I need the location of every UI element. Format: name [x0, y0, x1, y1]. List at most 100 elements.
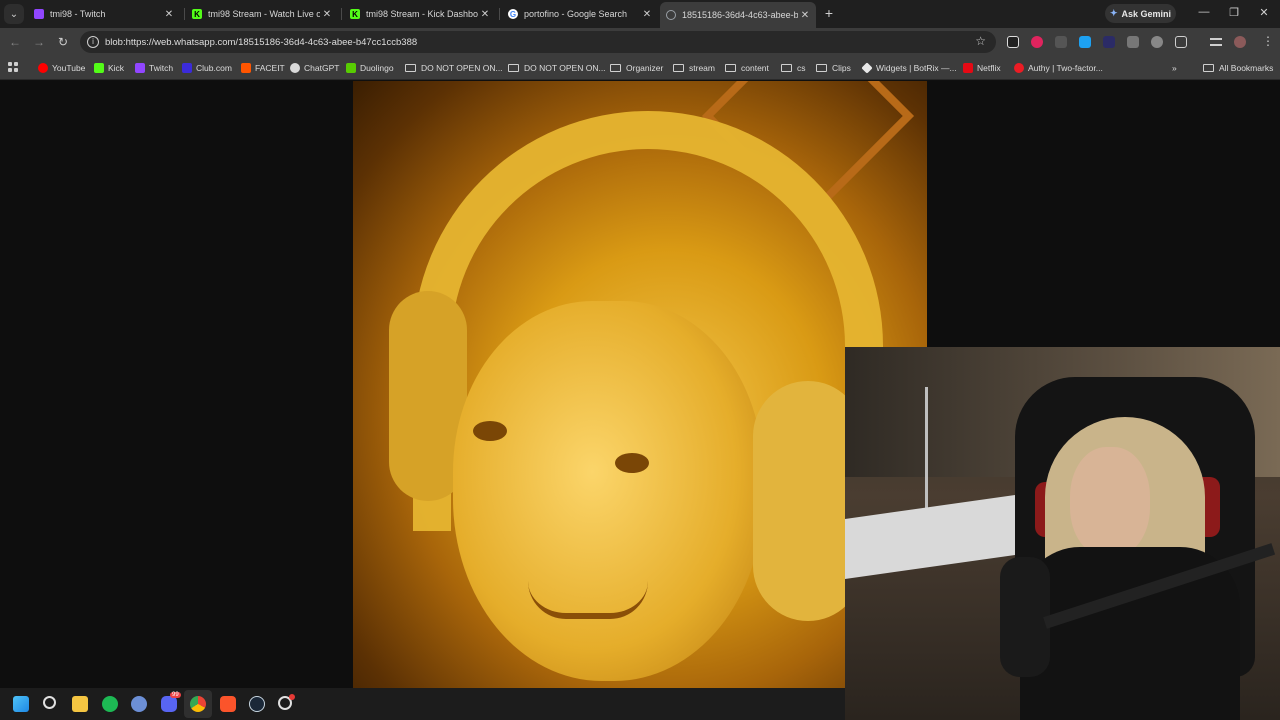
- extension-icon[interactable]: [1007, 36, 1019, 48]
- bookmark-label: Duolingo: [360, 63, 394, 73]
- discord-icon[interactable]: [161, 696, 177, 712]
- folder-icon: [781, 64, 792, 72]
- bookmark-label: Widgets | BotRix —...: [876, 63, 957, 73]
- all-bookmarks-folder[interactable]: All Bookmarks: [1203, 61, 1273, 75]
- tab-kick-dashboard[interactable]: K tmi98 Stream - Kick Dashboard ✕: [344, 2, 496, 26]
- address-bar[interactable]: i blob:https://web.whatsapp.com/18515186…: [80, 31, 996, 53]
- bookmark-label: Twitch: [149, 63, 174, 73]
- duolingo-icon: [346, 63, 356, 73]
- bookmark-folder[interactable]: Organizer: [610, 61, 663, 75]
- tab-title: 18515186-36d4-4c63-abee-b4: [682, 10, 798, 20]
- avatar[interactable]: [1234, 36, 1246, 48]
- bookmark-club[interactable]: Club.com: [182, 61, 232, 75]
- tab-search-button[interactable]: ⌄: [4, 4, 24, 24]
- bookmark-folder[interactable]: DO NOT OPEN ON...: [405, 61, 503, 75]
- extension-icon[interactable]: [1031, 36, 1043, 48]
- tab-title: tmi98 Stream - Kick Dashboard: [366, 9, 478, 19]
- folder-icon: [610, 64, 621, 72]
- bookmark-folder[interactable]: Clips: [816, 61, 851, 75]
- forward-button[interactable]: →: [32, 35, 46, 49]
- search-icon[interactable]: [43, 696, 56, 709]
- tab-kick-live[interactable]: K tmi98 Stream - Watch Live on Ki ✕: [186, 2, 338, 26]
- bookmark-folder[interactable]: cs: [781, 61, 806, 75]
- restore-button[interactable]: ❐: [1227, 6, 1241, 19]
- minimize-icon: —: [1198, 6, 1210, 18]
- back-button[interactable]: ←: [8, 35, 22, 49]
- windows-start-icon[interactable]: [13, 696, 29, 712]
- tab-title: tmi98 - Twitch: [50, 9, 106, 19]
- spotify-icon[interactable]: [102, 696, 118, 712]
- bookmark-star-icon[interactable]: ☆: [975, 34, 986, 48]
- bookmark-folder[interactable]: DO NOT OPEN ON...: [508, 61, 606, 75]
- extension-icon[interactable]: [1127, 36, 1139, 48]
- close-icon[interactable]: ✕: [162, 9, 176, 20]
- file-explorer-icon[interactable]: [72, 696, 88, 712]
- extension-icon[interactable]: [1079, 36, 1091, 48]
- bookmarks-overflow-button[interactable]: »: [1172, 61, 1177, 75]
- brave-icon[interactable]: [220, 696, 236, 712]
- browser-toolbar: ← → ↻ i blob:https://web.whatsapp.com/18…: [0, 28, 1280, 56]
- chatgpt-icon: [290, 63, 300, 73]
- site-info-icon[interactable]: i: [87, 36, 99, 48]
- google-icon: G: [508, 9, 518, 19]
- new-tab-button[interactable]: +: [822, 6, 836, 20]
- desk: [845, 495, 1015, 579]
- plus-icon: +: [824, 5, 834, 21]
- bookmark-duolingo[interactable]: Duolingo: [346, 61, 394, 75]
- close-window-button[interactable]: ✕: [1257, 6, 1271, 19]
- close-icon[interactable]: ✕: [478, 9, 492, 20]
- bookmark-faceit[interactable]: FACEIT: [241, 61, 285, 75]
- tab-google-search[interactable]: G portofino - Google Search ✕: [502, 2, 658, 26]
- folder-icon: [508, 64, 519, 72]
- twitch-icon: [135, 63, 145, 73]
- bookmark-netflix[interactable]: Netflix: [963, 61, 1001, 75]
- menu-kebab-icon[interactable]: ⋮: [1262, 34, 1274, 48]
- recording-dot: [289, 694, 295, 700]
- app-icon[interactable]: [131, 696, 147, 712]
- bookmark-botrix[interactable]: Widgets | BotRix —...: [861, 61, 957, 75]
- extensions-puzzle-icon[interactable]: [1175, 36, 1187, 48]
- ask-gemini-button[interactable]: ✦ Ask Gemini: [1105, 4, 1176, 23]
- minimize-button[interactable]: —: [1197, 6, 1211, 18]
- bookmark-label: Kick: [108, 63, 125, 73]
- tripod: [925, 387, 928, 527]
- close-icon: ✕: [1259, 7, 1269, 19]
- bookmark-youtube[interactable]: YouTube: [38, 61, 85, 75]
- bookmark-label: Clips: [832, 63, 851, 73]
- reading-list-icon[interactable]: [1210, 38, 1222, 46]
- extension-icon[interactable]: [1103, 36, 1115, 48]
- bookmark-twitch[interactable]: Twitch: [135, 61, 173, 75]
- tab-whatsapp-blob[interactable]: 18515186-36d4-4c63-abee-b4 ✕: [660, 2, 816, 28]
- video-frame[interactable]: [353, 81, 927, 688]
- apps-grid-icon[interactable]: [8, 62, 18, 72]
- tab-twitch[interactable]: tmi98 - Twitch ✕: [28, 2, 180, 26]
- bookmark-label: DO NOT OPEN ON...: [421, 63, 503, 73]
- webcam-overlay: [845, 347, 1280, 720]
- twitch-icon: [34, 9, 44, 19]
- steam-icon[interactable]: [249, 696, 265, 712]
- bookmarks-bar: YouTube Kick Twitch Club.com FACEIT Chat…: [0, 56, 1280, 80]
- bookmark-folder[interactable]: content: [725, 61, 769, 75]
- bookmark-folder[interactable]: stream: [673, 61, 715, 75]
- address-url[interactable]: blob:https://web.whatsapp.com/18515186-3…: [105, 37, 417, 48]
- bookmark-label: FACEIT: [255, 63, 285, 73]
- close-icon[interactable]: ✕: [640, 9, 654, 20]
- arrow-right-icon: →: [33, 35, 45, 49]
- reload-button[interactable]: ↻: [56, 35, 70, 49]
- close-icon[interactable]: ✕: [320, 9, 334, 20]
- bookmark-kick[interactable]: Kick: [94, 61, 124, 75]
- kick-icon: K: [350, 9, 360, 19]
- folder-icon: [725, 64, 736, 72]
- bookmark-chatgpt[interactable]: ChatGPT: [290, 61, 339, 75]
- extension-icon[interactable]: [1151, 36, 1163, 48]
- bookmark-authy[interactable]: Authy | Two-factor...: [1014, 61, 1103, 75]
- authy-icon: [1014, 63, 1024, 73]
- chrome-icon[interactable]: [190, 696, 206, 712]
- arrow-left-icon: ←: [9, 35, 21, 49]
- bookmark-label: Club.com: [196, 63, 232, 73]
- club-icon: [182, 63, 192, 73]
- extension-icon[interactable]: [1055, 36, 1067, 48]
- close-icon[interactable]: ✕: [798, 10, 812, 21]
- youtube-icon: [38, 63, 48, 73]
- folder-icon: [816, 64, 827, 72]
